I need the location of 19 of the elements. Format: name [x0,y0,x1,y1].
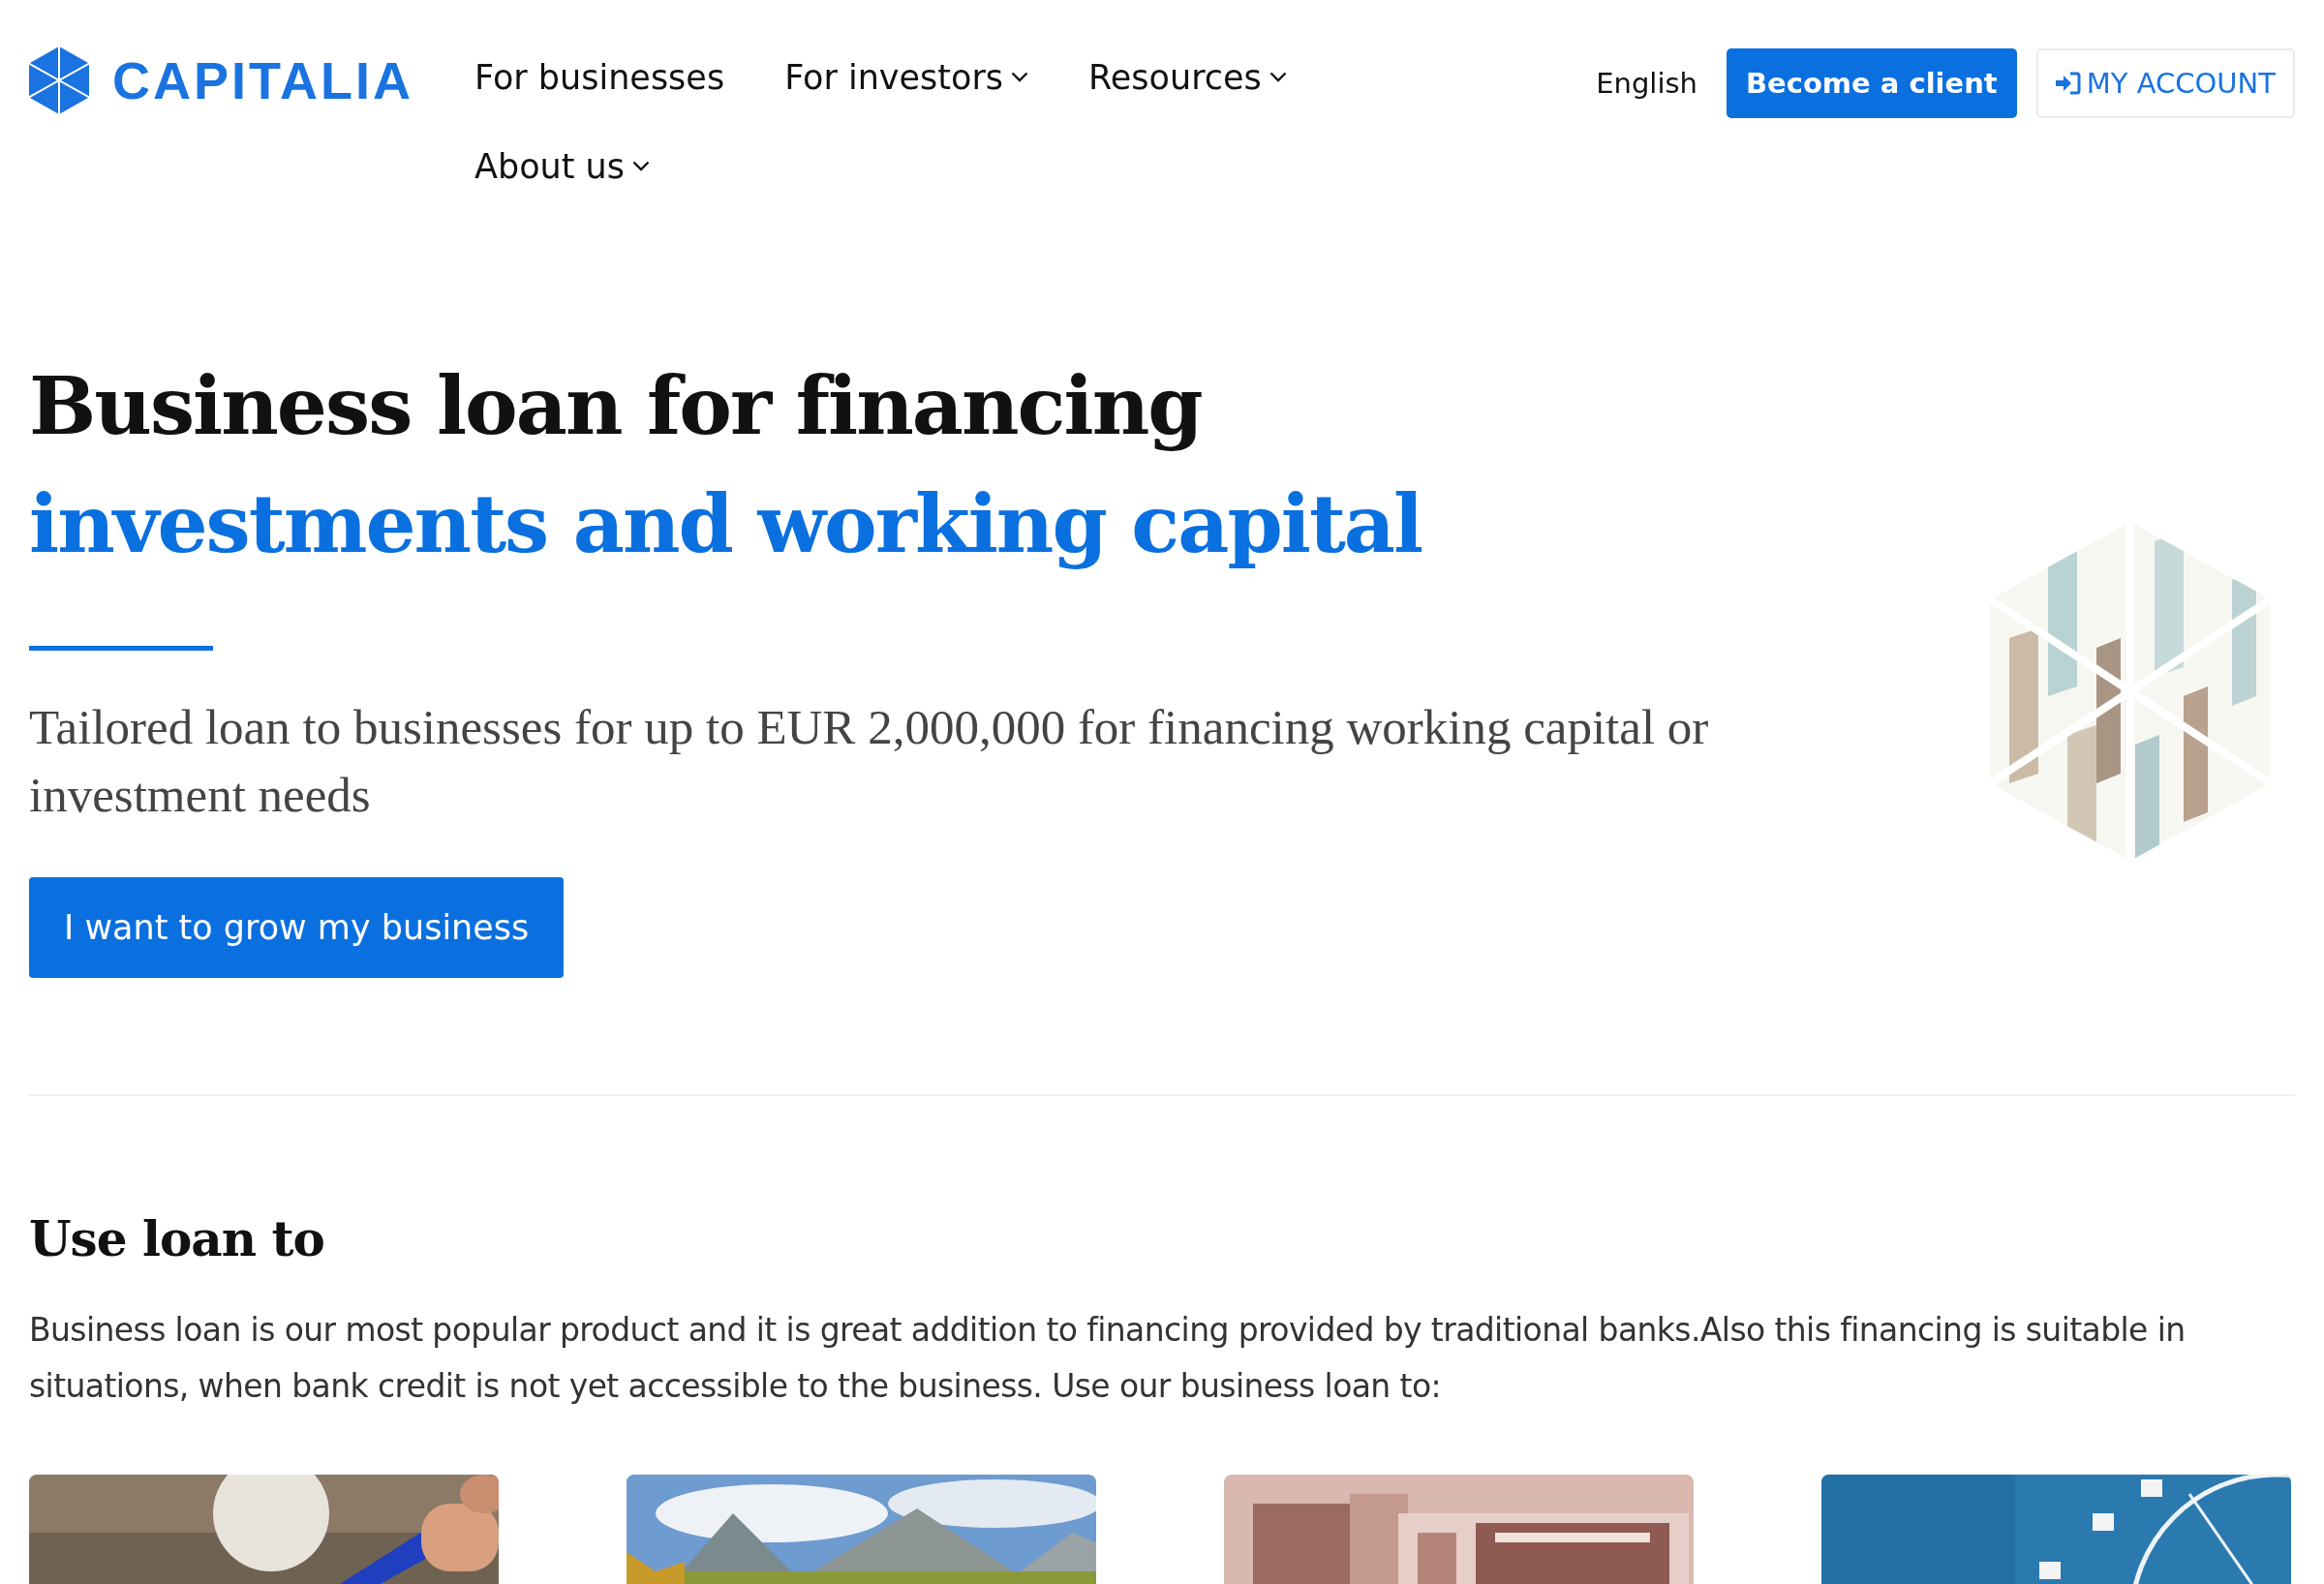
logo-icon [29,46,89,114]
section-text: Business loan is our most popular product and it is great addition to financing provided by traditional banks.Also this financing is suitable in situations, when bank credit is not yet accessible to the business. Use our business loan to: [29,1310,2186,1407]
hero-subtitle: Tailored loan to businesses for up to EUR 2,000,000 for financing working capital or investment needs [29,699,1710,824]
chevron-down-icon [632,161,651,172]
sign-in-icon [2055,72,2081,95]
section-heading: Use loan to [29,1210,325,1267]
nav-link[interactable]: Resources [1088,58,1287,97]
become-client-button[interactable]: Become a client [1726,48,2017,118]
chevron-down-icon [1269,72,1287,83]
language-selector[interactable]: English [1596,67,1697,100]
logo-text[interactable]: CAPITALIA [112,50,413,110]
account-button[interactable]: MY ACCOUNT [2035,48,2295,118]
hero-title: Business loan for financing [29,358,1203,454]
grow-business-button[interactable]: I want to grow my business [29,877,565,978]
nav-link[interactable]: For businesses [474,58,725,97]
chevron-down-icon [1011,72,1029,83]
nav-link[interactable]: For investors [784,58,1029,97]
nav-link[interactable]: About us [474,147,651,186]
hero-title-highlight: investments and working capital [29,476,1423,572]
